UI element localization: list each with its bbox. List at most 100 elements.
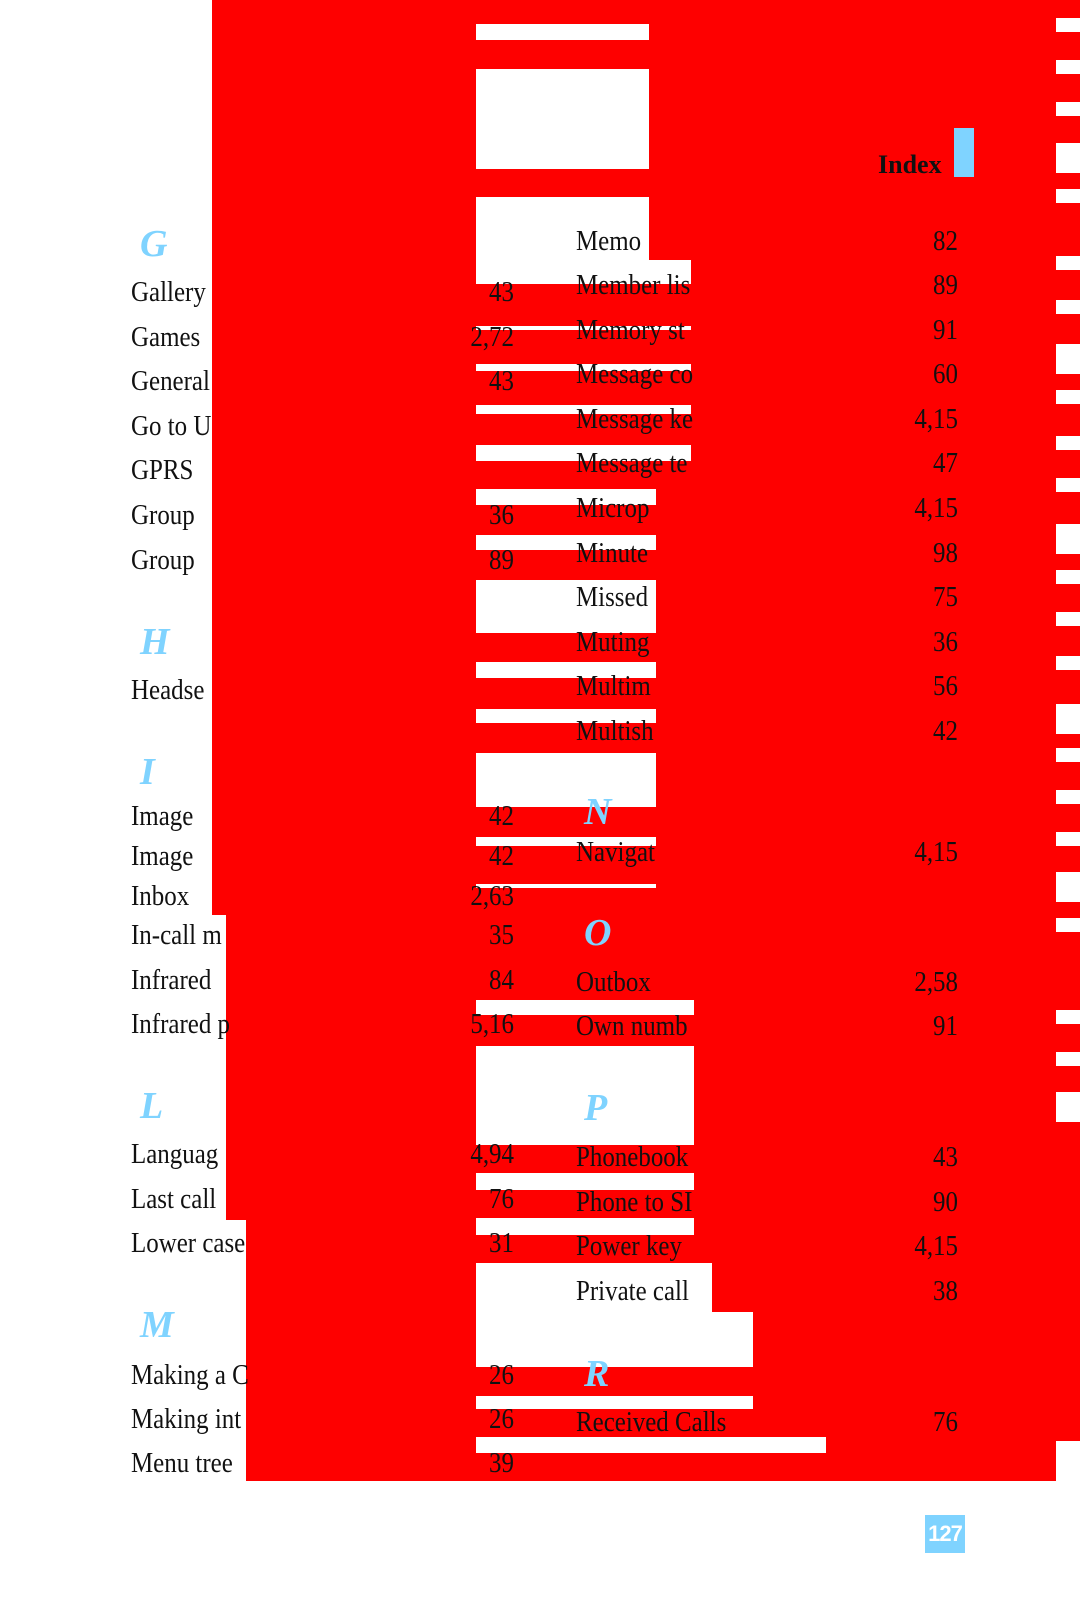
- redaction-gap: [1056, 143, 1080, 173]
- index-page-number[interactable]: 98: [855, 536, 958, 570]
- index-page-number[interactable]: 4,94: [411, 1137, 514, 1171]
- index-entry[interactable]: In-call m: [131, 918, 222, 952]
- index-entry[interactable]: Lower case: [131, 1226, 245, 1260]
- index-entry[interactable]: Message te: [576, 446, 688, 480]
- index-page-number[interactable]: 4,15: [855, 491, 958, 525]
- index-entry[interactable]: Private call: [576, 1274, 689, 1308]
- redaction-gap: [1056, 390, 1080, 404]
- index-entry[interactable]: Making int: [131, 1402, 241, 1436]
- index-page-number[interactable]: 56: [855, 669, 958, 703]
- index-page-number[interactable]: 38: [855, 1274, 958, 1308]
- index-page-number[interactable]: 84: [411, 963, 514, 997]
- index-entry[interactable]: Received Calls: [576, 1405, 726, 1439]
- index-entry[interactable]: Multish: [576, 714, 654, 748]
- index-entry[interactable]: Image: [131, 799, 193, 833]
- index-entry[interactable]: Message ke: [576, 402, 693, 436]
- section-letter: M: [140, 1304, 174, 1346]
- index-page-number[interactable]: 89: [411, 543, 514, 577]
- index-page-number[interactable]: 47: [855, 446, 958, 480]
- index-entry[interactable]: Languag: [131, 1137, 218, 1171]
- index-entry[interactable]: GPRS: [131, 453, 193, 487]
- redaction-gap: [1056, 524, 1080, 554]
- index-page-number[interactable]: 5,16: [411, 1007, 514, 1041]
- index-entry[interactable]: Phonebook: [576, 1140, 688, 1174]
- redaction-gap: [1056, 60, 1080, 74]
- index-page-number[interactable]: 36: [855, 625, 958, 659]
- redaction-gap: [1056, 656, 1080, 670]
- index-entry[interactable]: Image: [131, 839, 193, 873]
- redaction-gap: [1056, 478, 1080, 492]
- index-entry[interactable]: Muting: [576, 625, 649, 659]
- index-page-number[interactable]: 60: [855, 357, 958, 391]
- index-page-number[interactable]: 4,15: [855, 1229, 958, 1263]
- section-letter: N: [584, 791, 612, 833]
- index-page-number[interactable]: 91: [855, 313, 958, 347]
- index-entry[interactable]: General: [131, 364, 210, 398]
- index-entry[interactable]: Member lis: [576, 268, 690, 302]
- index-page-number[interactable]: 90: [855, 1185, 958, 1219]
- index-entry[interactable]: Navigat: [576, 835, 655, 869]
- index-page-number[interactable]: 75: [855, 580, 958, 614]
- page-title: Index: [878, 150, 942, 179]
- index-entry[interactable]: Group: [131, 498, 195, 532]
- index-page-number[interactable]: 2,58: [855, 965, 958, 999]
- index-entry[interactable]: Group: [131, 543, 195, 577]
- index-entry[interactable]: Power key: [576, 1229, 682, 1263]
- index-page-number[interactable]: 76: [411, 1182, 514, 1216]
- index-entry[interactable]: Gallery: [131, 275, 206, 309]
- redaction-gap: [476, 24, 649, 40]
- index-page-number[interactable]: 4,15: [855, 402, 958, 436]
- redaction-gap: [476, 1312, 753, 1367]
- index-page-number[interactable]: 35: [411, 918, 514, 952]
- index-page-number[interactable]: 82: [855, 224, 958, 258]
- redaction-gap: [1056, 832, 1080, 846]
- section-letter: G: [140, 223, 168, 265]
- index-entry[interactable]: Memo: [576, 224, 641, 258]
- index-page-number[interactable]: 26: [411, 1358, 514, 1392]
- index-page-number[interactable]: 26: [411, 1402, 514, 1436]
- index-entry[interactable]: Missed: [576, 580, 648, 614]
- index-entry[interactable]: Microp: [576, 491, 649, 525]
- index-entry[interactable]: Multim: [576, 669, 651, 703]
- index-entry[interactable]: Last call: [131, 1182, 216, 1216]
- index-page-number[interactable]: 4,15: [855, 835, 958, 869]
- index-page-number[interactable]: 91: [855, 1009, 958, 1043]
- index-page-number[interactable]: 42: [855, 714, 958, 748]
- index-entry[interactable]: Memory st: [576, 313, 685, 347]
- index-page-number[interactable]: 42: [411, 839, 514, 873]
- index-entry[interactable]: Inbox: [131, 879, 189, 913]
- index-page-number[interactable]: 43: [411, 364, 514, 398]
- index-entry[interactable]: Infrared p: [131, 1007, 230, 1041]
- index-page-number[interactable]: 42: [411, 799, 514, 833]
- redaction-gap: [1056, 344, 1080, 374]
- index-entry[interactable]: Making a C: [131, 1358, 249, 1392]
- index-page-number[interactable]: 2,72: [411, 320, 514, 354]
- index-entry[interactable]: Go to U: [131, 409, 211, 443]
- section-letter: H: [140, 621, 170, 663]
- index-page-number[interactable]: 76: [855, 1405, 958, 1439]
- section-letter: P: [584, 1087, 608, 1129]
- index-page-number[interactable]: 43: [855, 1140, 958, 1174]
- index-page-number[interactable]: 31: [411, 1226, 514, 1260]
- redaction-gap: [1056, 102, 1080, 116]
- index-entry[interactable]: Minute: [576, 536, 648, 570]
- index-page-number[interactable]: 36: [411, 498, 514, 532]
- section-letter: I: [140, 751, 155, 793]
- index-entry[interactable]: Outbox: [576, 965, 651, 999]
- index-page-number[interactable]: 2,63: [411, 879, 514, 913]
- index-entry[interactable]: Headse: [131, 673, 204, 707]
- redaction-gap: [1056, 748, 1080, 762]
- index-entry[interactable]: Games: [131, 320, 200, 354]
- index-page-number[interactable]: 39: [411, 1446, 514, 1480]
- index-entry[interactable]: Infrared: [131, 963, 211, 997]
- index-accent-bar: [954, 128, 974, 177]
- index-entry[interactable]: Own numb: [576, 1009, 688, 1043]
- index-entry[interactable]: Phone to SI: [576, 1185, 692, 1219]
- section-letter: R: [584, 1353, 610, 1395]
- redaction-gap: [1056, 612, 1080, 626]
- index-entry[interactable]: Menu tree: [131, 1446, 233, 1480]
- index-page-number[interactable]: 43: [411, 275, 514, 309]
- index-entry[interactable]: Message co: [576, 357, 693, 391]
- redaction-gap: [1056, 1010, 1080, 1024]
- index-page-number[interactable]: 89: [855, 268, 958, 302]
